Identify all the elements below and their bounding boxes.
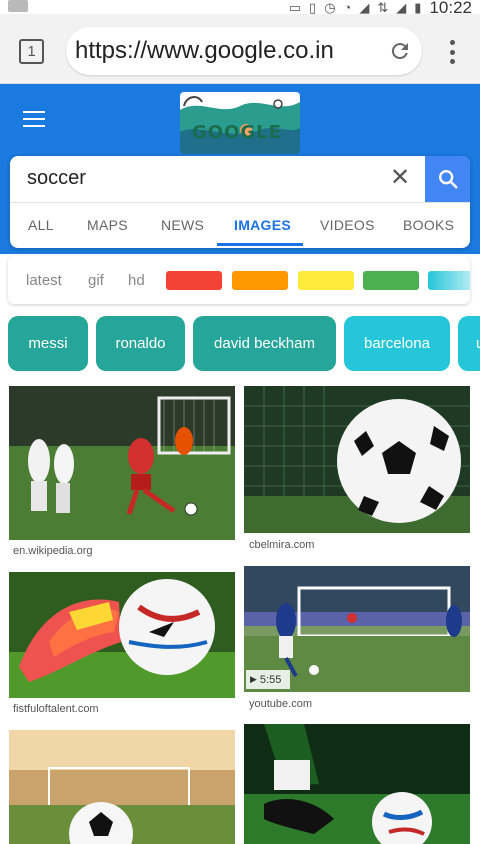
image-result[interactable]: cbelmira.com — [244, 386, 470, 554]
result-thumbnail[interactable] — [9, 730, 235, 844]
url-text[interactable]: https://www.google.co.in — [75, 37, 334, 65]
soccer-ball-field-image — [9, 730, 235, 844]
chip-david-beckham[interactable]: david beckham — [193, 316, 336, 371]
color-filter-yellow[interactable] — [298, 271, 354, 290]
result-source: en.wikipedia.org — [13, 545, 93, 557]
chip-partial[interactable]: u — [458, 316, 480, 371]
chip-messi[interactable]: messi — [8, 316, 88, 371]
tab-all[interactable]: ALL — [28, 217, 54, 233]
soccer-kick-image — [244, 724, 470, 844]
color-filter-teal[interactable] — [428, 271, 470, 290]
tab-maps[interactable]: MAPS — [87, 217, 128, 233]
image-result[interactable] — [244, 724, 470, 844]
active-tab-indicator — [217, 243, 303, 246]
chip-label: u — [476, 335, 480, 352]
image-result[interactable]: en.wikipedia.org — [9, 386, 235, 558]
chip-label: ronaldo — [115, 335, 166, 352]
color-filter-red[interactable] — [166, 271, 222, 290]
tab-images[interactable]: IMAGES — [234, 217, 291, 233]
video-duration-badge: ▶ 5:55 — [246, 670, 290, 689]
chip-label: barcelona — [364, 335, 430, 352]
result-thumbnail[interactable] — [244, 724, 470, 844]
image-result[interactable]: fistfuloftalent.com — [9, 572, 235, 720]
tab-switcher-button[interactable]: 1 — [19, 39, 44, 64]
color-filter-orange[interactable] — [232, 271, 288, 290]
search-input[interactable]: soccer — [27, 167, 86, 190]
tab-books[interactable]: BOOKS — [403, 217, 454, 233]
image-filter-bar: latest gif hd — [8, 256, 470, 304]
filter-latest[interactable]: latest — [26, 272, 62, 289]
filter-gif[interactable]: gif — [88, 272, 104, 289]
chip-barcelona[interactable]: barcelona — [344, 316, 450, 371]
url-bar[interactable]: https://www.google.co.in — [66, 27, 422, 75]
search-button[interactable] — [425, 156, 470, 202]
search-tabs: ALL MAPS NEWS IMAGES VIDEOS BOOKS — [10, 203, 470, 248]
tab-news[interactable]: NEWS — [161, 217, 204, 233]
doodle-text: GOOGLE — [192, 122, 282, 143]
chip-label: david beckham — [214, 335, 315, 352]
overflow-menu-icon[interactable] — [446, 40, 458, 64]
image-result[interactable]: ▶ 5:55 youtube.com — [244, 566, 470, 714]
search-card: soccer ✕ ALL MAPS NEWS IMAGES VIDEOS BOO… — [10, 156, 470, 248]
result-thumbnail[interactable] — [9, 572, 235, 698]
video-duration: 5:55 — [259, 673, 282, 686]
browser-toolbar: 1 https://www.google.co.in — [0, 14, 480, 84]
clear-search-icon[interactable]: ✕ — [390, 166, 410, 190]
related-searches: messi ronaldo david beckham barcelona u — [0, 316, 480, 371]
reload-icon[interactable] — [388, 39, 412, 63]
chip-ronaldo[interactable]: ronaldo — [96, 316, 185, 371]
result-thumbnail[interactable] — [9, 386, 235, 540]
soccer-ball-net-image — [244, 386, 470, 533]
tab-videos[interactable]: VIDEOS — [320, 217, 375, 233]
soccer-players-image — [9, 386, 235, 540]
search-icon — [438, 170, 458, 189]
result-source: fistfuloftalent.com — [13, 703, 99, 715]
filter-hd[interactable]: hd — [128, 272, 145, 289]
hamburger-menu-icon[interactable] — [23, 111, 45, 127]
result-source: cbelmira.com — [249, 539, 315, 551]
color-filter-green[interactable] — [363, 271, 419, 290]
notification-icon — [8, 0, 28, 12]
result-source: youtube.com — [249, 698, 312, 710]
image-result[interactable] — [9, 730, 235, 844]
soccer-shoes-ball-image — [9, 572, 235, 698]
chip-label: messi — [28, 335, 68, 352]
status-bar: ▭ ▯ ◷ ◔ ◢ ⇅ ◢ ▮ 10:22 — [0, 0, 480, 17]
result-thumbnail[interactable] — [244, 386, 470, 533]
google-doodle-logo[interactable]: GOOGLE — [180, 92, 300, 154]
play-icon: ▶ — [250, 674, 257, 684]
